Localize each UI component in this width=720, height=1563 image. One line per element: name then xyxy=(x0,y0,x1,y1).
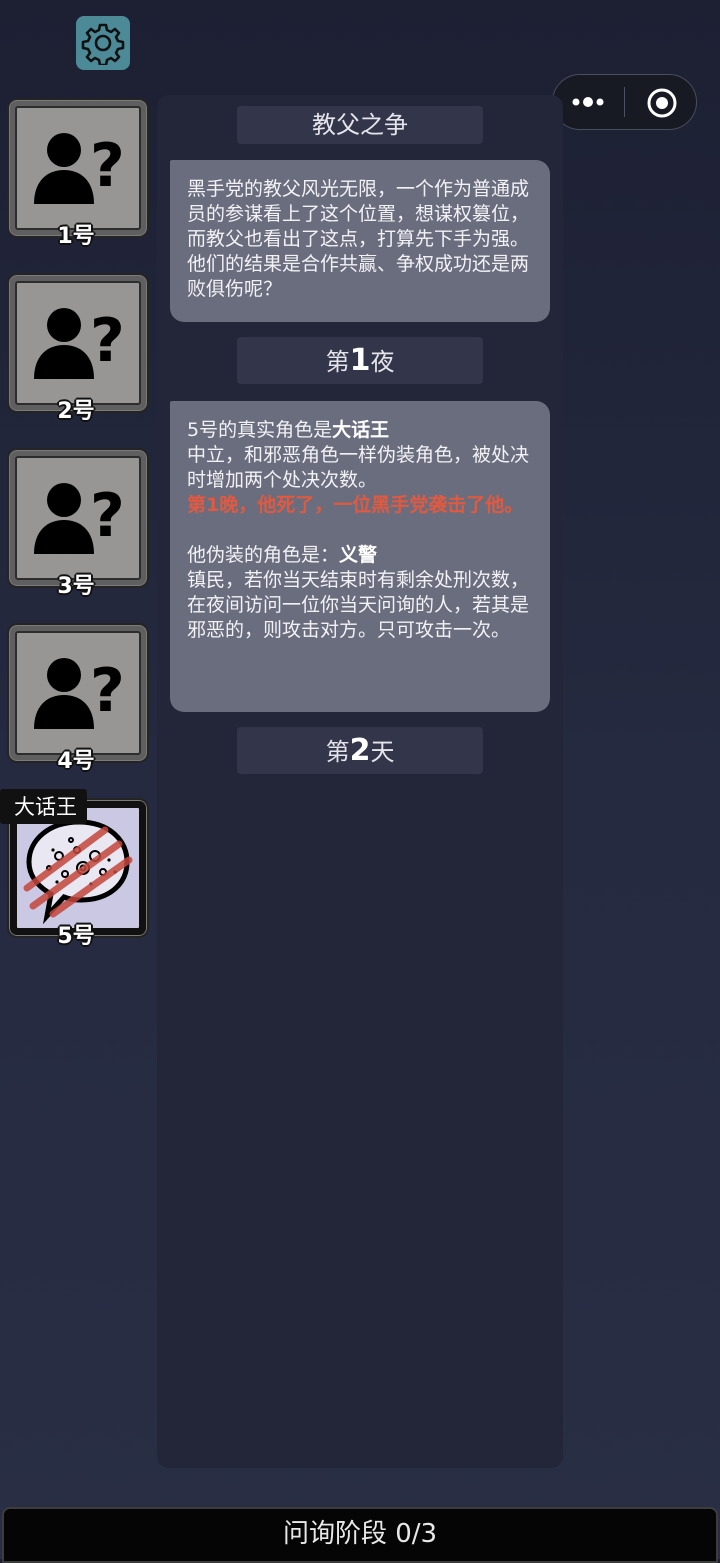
player-number: 2号 xyxy=(57,399,95,424)
intro-message: 黑手党的教父风光无限，一个作为普通成员的参谋看上了这个位置，想谋权篡位，而教父也… xyxy=(170,160,550,322)
role-tag: 大话王 xyxy=(0,789,87,824)
svg-text:?: ? xyxy=(90,306,125,376)
player-card-4[interactable]: ? 4号 xyxy=(7,623,149,774)
player-card-2[interactable]: ? 2号 xyxy=(7,273,149,424)
player-number: 5号 xyxy=(57,924,95,949)
day-number: 2 xyxy=(349,733,371,768)
day-header: 第2天 xyxy=(237,727,483,774)
phase-status-bar: 问询阶段 0/3 xyxy=(2,1507,718,1563)
unknown-player-icon: ? xyxy=(34,656,125,729)
role-description: 中立，和邪恶角色一样伪装角色，被处决时增加两个处决次数。 xyxy=(187,444,530,491)
target-circle-icon[interactable] xyxy=(645,87,679,119)
settings-button[interactable] xyxy=(76,16,130,70)
intro-text: 黑手党的教父风光无限，一个作为普通成员的参谋看上了这个位置，想谋权篡位，而教父也… xyxy=(187,178,530,300)
capsule-divider xyxy=(624,87,625,117)
unknown-player-icon: ? xyxy=(34,131,125,204)
svg-text:?: ? xyxy=(90,656,125,726)
svg-text:?: ? xyxy=(90,131,125,201)
disguise-role: 义警 xyxy=(339,544,378,566)
death-notice: 第1晚，他死了，一位黑手党袭击了他。 xyxy=(187,494,524,516)
player-number: 3号 xyxy=(57,574,95,599)
reveal-line: 5号的真实角色是大话王 xyxy=(187,418,536,443)
unknown-player-icon: ? xyxy=(34,481,125,554)
night-header: 第1夜 xyxy=(237,337,483,384)
disguise-description: 镇民，若你当天结束时有剩余处刑次数，在夜间访问一位你当天问询的人，若其是邪恶的，… xyxy=(187,569,530,641)
reveal-message: 5号的真实角色是大话王 中立，和邪恶角色一样伪装角色，被处决时增加两个处决次数。… xyxy=(170,401,550,712)
speech-bubble-claw-icon xyxy=(23,819,133,925)
night-prefix: 第 xyxy=(325,348,350,376)
disguise-prefix: 他伪装的角色是： xyxy=(187,544,340,566)
player-card-5[interactable]: 大话王 5号 xyxy=(0,789,149,949)
more-dots-icon[interactable] xyxy=(571,87,605,117)
miniprogram-capsule xyxy=(552,74,697,130)
player-number: 1号 xyxy=(57,224,95,249)
player-card-1[interactable]: ? 1号 xyxy=(7,98,149,249)
unknown-player-icon: ? xyxy=(34,306,125,379)
true-role: 大话王 xyxy=(332,419,390,441)
svg-text:?: ? xyxy=(90,481,125,551)
disguise-line: 他伪装的角色是：义警 xyxy=(187,543,536,568)
reveal-prefix: 5号的真实角色是 xyxy=(187,419,333,441)
gear-icon xyxy=(81,23,125,65)
day-prefix: 第 xyxy=(325,738,350,766)
day-suffix: 天 xyxy=(370,738,395,766)
night-number: 1 xyxy=(349,343,371,378)
night-suffix: 夜 xyxy=(370,348,395,376)
player-card-3[interactable]: ? 3号 xyxy=(7,448,149,599)
player-number: 4号 xyxy=(57,749,95,774)
scenario-title: 教父之争 xyxy=(237,106,483,144)
game-log-panel[interactable]: 教父之争 黑手党的教父风光无限，一个作为普通成员的参谋看上了这个位置，想谋权篡位… xyxy=(157,95,563,1468)
